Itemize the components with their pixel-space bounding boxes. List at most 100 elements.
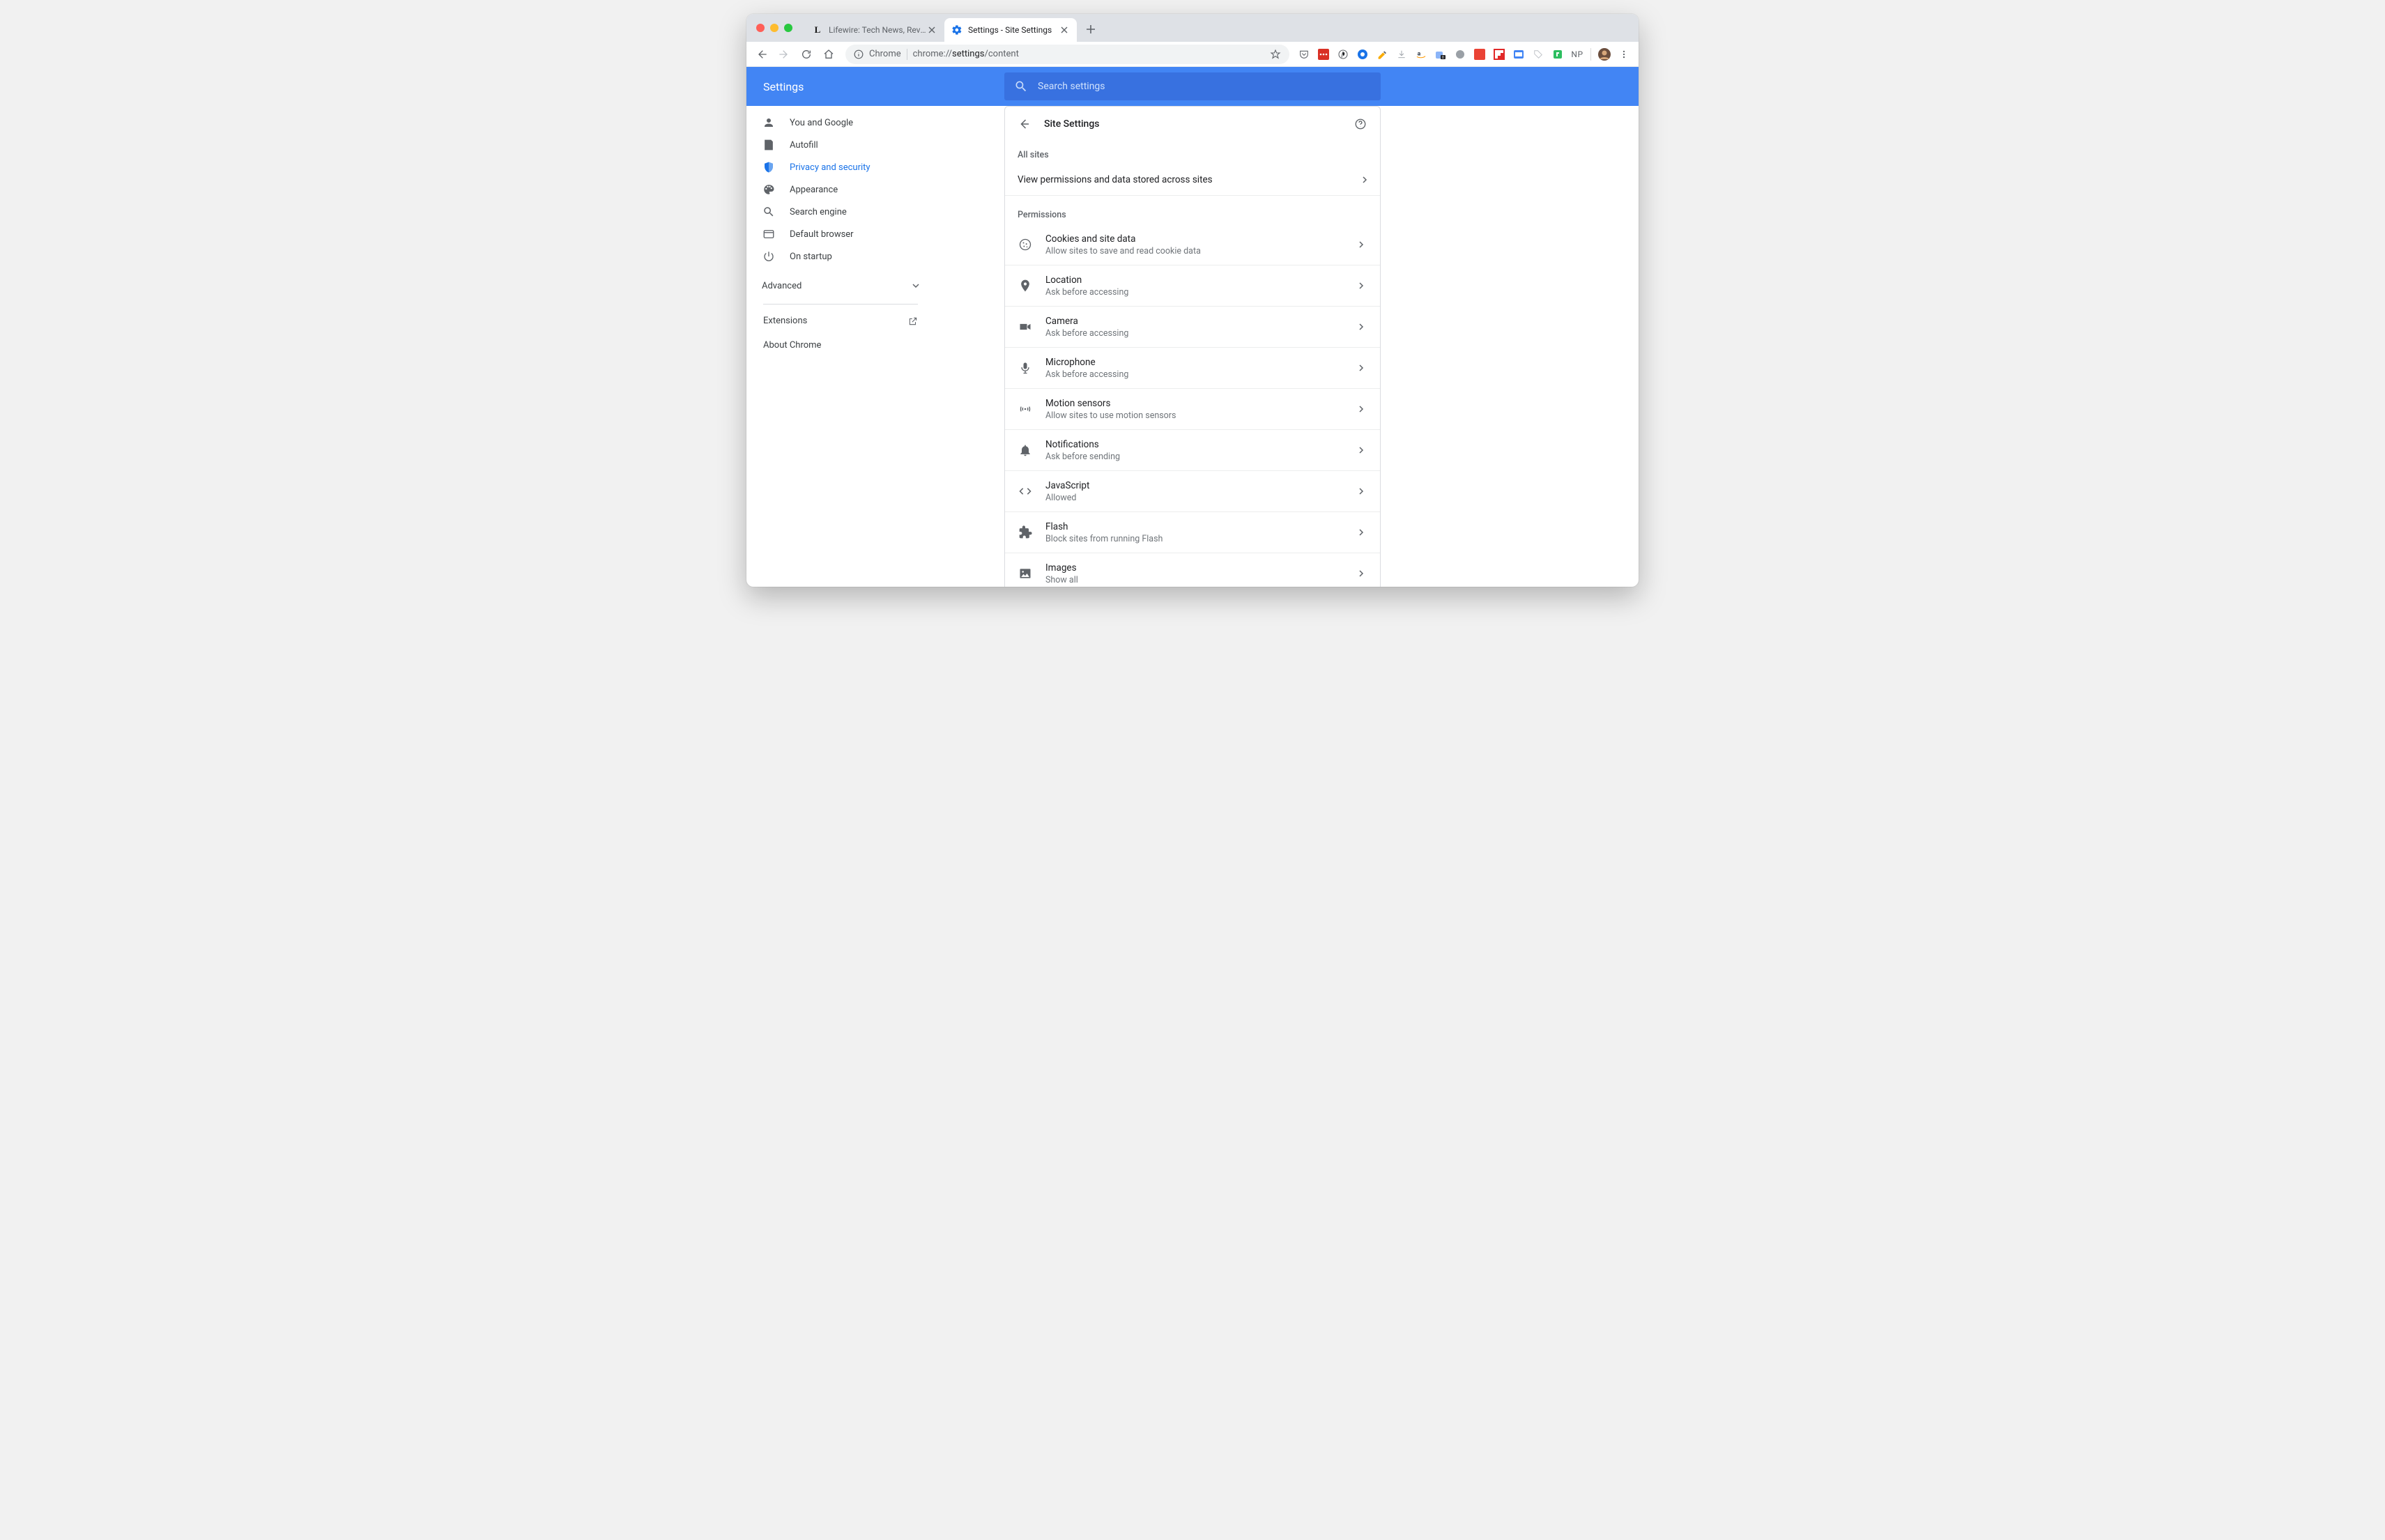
sidebar-item-label: Extensions: [763, 316, 807, 326]
browser-window: L Lifewire: Tech News, Reviews, Settings…: [746, 14, 1639, 587]
settings-title: Settings: [746, 80, 1004, 93]
row-subtitle: Show all: [1045, 575, 1355, 585]
chevron-right-icon: [1355, 279, 1367, 292]
sidebar-item-label: About Chrome: [763, 340, 821, 351]
ext-tag-icon[interactable]: [1531, 47, 1546, 61]
forward-button[interactable]: [774, 45, 794, 64]
sidebar-item-extensions[interactable]: Extensions: [746, 309, 935, 333]
row-text: Cookies and site data Allow sites to sav…: [1045, 233, 1355, 256]
sidebar-item-privacy-security[interactable]: Privacy and security: [746, 156, 935, 178]
ext-red-square-icon[interactable]: [1472, 47, 1487, 61]
row-subtitle: Block sites from running Flash: [1045, 534, 1355, 544]
row-title: Camera: [1045, 315, 1355, 328]
row-images[interactable]: Images Show all: [1005, 553, 1380, 587]
settings-favicon: [951, 24, 963, 36]
row-title: Motion sensors: [1045, 397, 1355, 410]
omnibox[interactable]: Chrome chrome://settings/content: [845, 45, 1289, 64]
sidebar-item-label: Appearance: [790, 185, 838, 195]
chevron-right-icon: [1355, 526, 1367, 539]
image-icon: [1018, 566, 1033, 581]
search-icon: [762, 205, 776, 219]
row-camera[interactable]: Camera Ask before accessing: [1005, 306, 1380, 347]
url-scheme: chrome://: [913, 49, 952, 59]
omnibox-url: chrome://settings/content: [913, 49, 1019, 59]
row-view-permissions[interactable]: View permissions and data stored across …: [1005, 164, 1380, 195]
sidebar-advanced-label: Advanced: [762, 281, 802, 291]
back-arrow-icon[interactable]: [1018, 117, 1032, 131]
camera-icon: [1018, 319, 1033, 334]
settings-banner: Settings Search settings: [746, 67, 1639, 106]
close-tab-icon[interactable]: [1059, 24, 1070, 36]
search-placeholder: Search settings: [1038, 81, 1105, 92]
site-info-icon[interactable]: [854, 49, 864, 59]
sidebar-item-about-chrome[interactable]: About Chrome: [746, 333, 935, 357]
amazon-icon[interactable]: a: [1413, 47, 1429, 61]
ext-blue-circle-icon[interactable]: [1355, 47, 1370, 61]
ext-lock-badge-icon[interactable]: 0: [1433, 47, 1448, 61]
settings-search[interactable]: Search settings: [1004, 72, 1381, 100]
tab-lifewire[interactable]: L Lifewire: Tech News, Reviews,: [805, 18, 944, 42]
chevron-right-icon: [1355, 362, 1367, 374]
row-title: View permissions and data stored across …: [1018, 174, 1213, 185]
page-title: Site Settings: [1044, 118, 1341, 130]
sidebar-item-on-startup[interactable]: On startup: [746, 245, 935, 268]
sidebar-item-label: Privacy and security: [790, 162, 871, 173]
site-settings-card: Site Settings All sites View permissions…: [1004, 106, 1381, 587]
pinterest-icon[interactable]: [1335, 47, 1351, 61]
row-text: Microphone Ask before accessing: [1045, 356, 1355, 380]
row-notifications[interactable]: Notifications Ask before sending: [1005, 429, 1380, 470]
cookie-icon: [1018, 237, 1033, 252]
sidebar-divider: [763, 304, 918, 305]
chevron-down-icon: [912, 282, 919, 289]
ext-blue-window-icon[interactable]: [1511, 47, 1526, 61]
row-subtitle: Allowed: [1045, 493, 1355, 503]
sidebar-item-appearance[interactable]: Appearance: [746, 178, 935, 201]
row-javascript[interactable]: JavaScript Allowed: [1005, 470, 1380, 511]
sidebar-item-label: You and Google: [790, 118, 853, 128]
power-icon: [762, 249, 776, 263]
row-motion-sensors[interactable]: Motion sensors Allow sites to use motion…: [1005, 388, 1380, 429]
profile-avatar[interactable]: [1597, 47, 1612, 61]
row-title: Flash: [1045, 521, 1355, 533]
sidebar-item-you-and-google[interactable]: You and Google: [746, 111, 935, 134]
sidebar-item-search-engine[interactable]: Search engine: [746, 201, 935, 223]
row-location[interactable]: Location Ask before accessing: [1005, 265, 1380, 306]
minimize-window-button[interactable]: [770, 24, 779, 32]
row-title: JavaScript: [1045, 479, 1355, 492]
help-icon[interactable]: [1353, 117, 1367, 131]
row-flash[interactable]: Flash Block sites from running Flash: [1005, 511, 1380, 553]
row-subtitle: Ask before sending: [1045, 452, 1355, 462]
new-tab-button[interactable]: [1081, 20, 1101, 39]
profile-initials[interactable]: NP: [1570, 47, 1585, 61]
back-button[interactable]: [752, 45, 772, 64]
row-cookies[interactable]: Cookies and site data Allow sites to sav…: [1005, 224, 1380, 265]
ext-red-dots-icon[interactable]: [1316, 47, 1331, 61]
row-microphone[interactable]: Microphone Ask before accessing: [1005, 347, 1380, 388]
row-subtitle: Ask before accessing: [1045, 287, 1355, 298]
close-window-button[interactable]: [756, 24, 765, 32]
autofill-icon: [762, 138, 776, 152]
ext-grey-blob-icon[interactable]: [1452, 47, 1468, 61]
flipboard-icon[interactable]: [1491, 47, 1507, 61]
evernote-icon[interactable]: [1550, 47, 1565, 61]
ext-download-icon[interactable]: [1394, 47, 1409, 61]
sidebar-item-default-browser[interactable]: Default browser: [746, 223, 935, 245]
tab-settings[interactable]: Settings - Site Settings: [944, 18, 1077, 42]
home-button[interactable]: [819, 45, 838, 64]
ext-highlighter-icon[interactable]: [1374, 47, 1390, 61]
sidebar-advanced-toggle[interactable]: Advanced: [746, 272, 935, 300]
pocket-icon[interactable]: [1296, 47, 1312, 61]
reload-button[interactable]: [797, 45, 816, 64]
microphone-icon: [1018, 360, 1033, 376]
bookmark-star-icon[interactable]: [1270, 49, 1281, 60]
close-tab-icon[interactable]: [926, 24, 937, 36]
tab-strip: L Lifewire: Tech News, Reviews, Settings…: [746, 14, 1639, 42]
chevron-right-icon: [1355, 485, 1367, 498]
sidebar-item-autofill[interactable]: Autofill: [746, 134, 935, 156]
chrome-menu-icon[interactable]: [1616, 47, 1632, 61]
chevron-right-icon: [1355, 238, 1367, 251]
toolbar: Chrome chrome://settings/content a 0: [746, 42, 1639, 67]
row-text: Motion sensors Allow sites to use motion…: [1045, 397, 1355, 421]
maximize-window-button[interactable]: [784, 24, 792, 32]
row-text: Notifications Ask before sending: [1045, 438, 1355, 462]
